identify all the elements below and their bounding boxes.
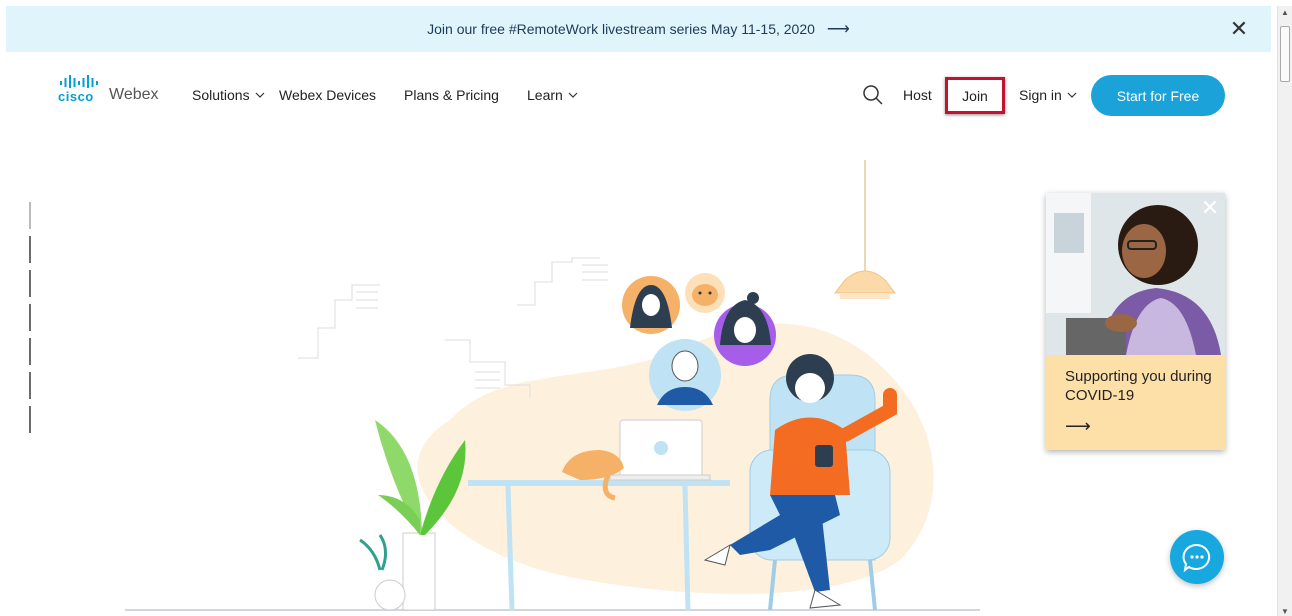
scroll-down-icon[interactable]: ▼	[1281, 607, 1289, 616]
join-label: Join	[962, 87, 988, 104]
start-for-free-button[interactable]: Start for Free	[1091, 75, 1225, 116]
chevron-down-icon	[568, 92, 578, 98]
scroll-up-icon[interactable]: ▲	[1281, 8, 1289, 17]
close-icon[interactable]: ✕	[1200, 197, 1220, 219]
nav-webex-devices-label: Webex Devices	[279, 87, 377, 103]
nav-solutions-label: Solutions	[192, 87, 250, 103]
section-indicator[interactable]	[29, 202, 32, 433]
nav-host-label: Host	[903, 87, 932, 103]
join-button[interactable]: Join	[945, 77, 1005, 114]
chat-bubble-icon	[1182, 543, 1211, 573]
banner-text[interactable]: Join our free #RemoteWork livestream ser…	[427, 21, 815, 37]
scroll-thumb[interactable]	[1280, 26, 1290, 82]
nav-sign-in-label: Sign in	[1019, 87, 1062, 103]
start-for-free-label: Start for Free	[1116, 87, 1200, 104]
arrow-right-icon[interactable]: ⟶	[827, 19, 850, 39]
section-indicator-mark[interactable]	[29, 304, 31, 331]
nav-plans-pricing[interactable]: Plans & Pricing	[404, 87, 499, 103]
section-indicator-mark[interactable]	[29, 372, 31, 399]
nav-webex-devices[interactable]: Webex Devices	[279, 87, 376, 103]
nav-solutions[interactable]: Solutions	[192, 87, 265, 103]
cisco-webex-logo[interactable]: cisco Webex	[58, 75, 168, 107]
plant-pot	[402, 532, 436, 611]
nav-learn[interactable]: Learn	[527, 87, 578, 103]
promo-photo	[1046, 193, 1225, 355]
section-indicator-mark[interactable]	[29, 338, 31, 365]
promo-title[interactable]: Supporting you during COVID-19	[1065, 367, 1215, 405]
covid-promo-card[interactable]: ✕ Supporting you during COVID-19 ⟶	[1046, 193, 1225, 450]
webex-wordmark: Webex	[109, 86, 159, 103]
webex-homepage: Join our free #RemoteWork livestream ser…	[0, 0, 1292, 616]
search-icon[interactable]	[862, 84, 884, 106]
chevron-down-icon	[255, 92, 265, 98]
page-scrollbar[interactable]: ▲ ▼	[1277, 6, 1292, 616]
table	[468, 480, 730, 486]
cisco-wordmark: cisco	[58, 89, 94, 104]
close-icon[interactable]: ✕	[1227, 17, 1251, 41]
nav-sign-in[interactable]: Sign in	[1019, 87, 1077, 103]
section-indicator-mark[interactable]	[29, 270, 31, 297]
section-indicator-mark[interactable]	[29, 236, 31, 263]
chat-button[interactable]	[1170, 530, 1224, 584]
arrow-right-icon[interactable]: ⟶	[1065, 416, 1091, 437]
top-navigation: cisco Webex Solutions Webex Devices Plan…	[0, 60, 1276, 130]
nav-plans-pricing-label: Plans & Pricing	[404, 87, 499, 103]
section-indicator-mark[interactable]	[29, 406, 31, 433]
nav-host[interactable]: Host	[903, 87, 932, 103]
pendant-lamp	[833, 270, 897, 294]
announcement-banner[interactable]: Join our free #RemoteWork livestream ser…	[6, 6, 1271, 52]
nav-learn-label: Learn	[527, 87, 563, 103]
hero-illustration	[125, 160, 980, 611]
section-indicator-mark[interactable]	[29, 202, 31, 229]
chevron-down-icon	[1067, 92, 1077, 98]
cisco-bars-icon	[60, 75, 98, 88]
